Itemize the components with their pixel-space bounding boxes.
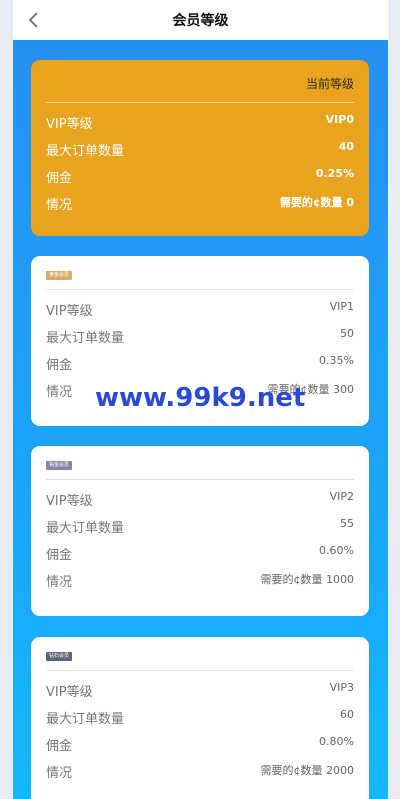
commission-row: 佣金 0.25% xyxy=(46,162,354,189)
current-level-card: 当前等级 VIP等级 VIP0 最大订单数量 40 佣金 0.25% 情况 需要… xyxy=(31,60,369,236)
row-value: 需要的¢数量 1000 xyxy=(260,573,355,586)
row-label: 最大订单数量 xyxy=(46,331,125,346)
row-value: VIP0 xyxy=(325,113,354,126)
row-label: 情况 xyxy=(46,198,73,213)
row-label: VIP等级 xyxy=(46,685,93,700)
condition-row: 情况 需要的¢数量 2000 xyxy=(46,757,354,784)
row-label: 情况 xyxy=(46,385,73,400)
card-header: 当前等级 xyxy=(46,60,354,103)
max-orders-row: 最大订单数量 50 xyxy=(46,322,354,349)
row-label: VIP等级 xyxy=(46,494,93,509)
row-label: 情况 xyxy=(46,575,73,590)
row-value: 0.35% xyxy=(319,354,354,367)
row-value: 50 xyxy=(340,327,354,340)
watermark: www.99k9.net xyxy=(95,383,306,413)
vip-level-row: VIP等级 VIP2 xyxy=(46,485,354,512)
card-header: 黄金会员 xyxy=(46,256,354,290)
row-label: 最大订单数量 xyxy=(46,144,125,159)
condition-row: 情况 需要的¢数量 0 xyxy=(46,189,354,216)
card-rows: VIP等级 VIP2 最大订单数量 55 佣金 0.60% 情况 需要的¢数量 … xyxy=(46,480,354,593)
row-label: 佣金 xyxy=(46,358,73,373)
row-value: VIP3 xyxy=(329,681,354,694)
row-value: 0.60% xyxy=(319,544,354,557)
row-label: 佣金 xyxy=(46,739,73,754)
card-header: 铂金会员 xyxy=(46,446,354,480)
row-value: 需要的¢数量 2000 xyxy=(260,764,355,777)
commission-row: 佣金 0.60% xyxy=(46,539,354,566)
row-value: VIP1 xyxy=(329,300,354,313)
top-bar: 会员等级 xyxy=(13,0,388,40)
max-orders-row: 最大订单数量 60 xyxy=(46,703,354,730)
commission-row: 佣金 0.35% xyxy=(46,349,354,376)
condition-row: 情况 需要的¢数量 1000 xyxy=(46,566,354,593)
page-title: 会员等级 xyxy=(172,13,229,29)
row-value: 60 xyxy=(340,708,354,721)
commission-row: 佣金 0.80% xyxy=(46,730,354,757)
row-value: 40 xyxy=(338,140,354,153)
row-label: 情况 xyxy=(46,766,73,781)
row-value: 55 xyxy=(340,517,354,530)
max-orders-row: 最大订单数量 40 xyxy=(46,135,354,162)
current-level-label: 当前等级 xyxy=(305,77,354,91)
vip-level-row: VIP等级 VIP1 xyxy=(46,295,354,322)
vip-level-row: VIP等级 VIP0 xyxy=(46,108,354,135)
card-rows: VIP等级 VIP3 最大订单数量 60 佣金 0.80% 情况 需要的¢数量 … xyxy=(46,671,354,784)
card-rows: VIP等级 VIP0 最大订单数量 40 佣金 0.25% 情况 需要的¢数量 … xyxy=(46,103,354,216)
row-label: 最大订单数量 xyxy=(46,521,125,536)
row-label: 最大订单数量 xyxy=(46,712,125,727)
max-orders-row: 最大订单数量 55 xyxy=(46,512,354,539)
row-value: 0.80% xyxy=(319,735,354,748)
gold-member-badge: 黄金会员 xyxy=(46,271,73,280)
row-label: VIP等级 xyxy=(46,304,93,319)
platinum-member-badge: 铂金会员 xyxy=(46,461,73,470)
level-card-vip3[interactable]: 钻石会员 VIP等级 VIP3 最大订单数量 60 佣金 0.80% 情况 需要… xyxy=(31,637,369,799)
row-value: VIP2 xyxy=(329,490,354,503)
row-value: 0.25% xyxy=(315,167,354,180)
row-label: 佣金 xyxy=(46,171,73,186)
row-label: VIP等级 xyxy=(46,117,93,132)
card-header: 钻石会员 xyxy=(46,637,354,671)
level-card-vip2[interactable]: 铂金会员 VIP等级 VIP2 最大订单数量 55 佣金 0.60% 情况 需要… xyxy=(31,446,369,616)
diamond-member-badge: 钻石会员 xyxy=(46,652,73,661)
vip-level-row: VIP等级 VIP3 xyxy=(46,676,354,703)
row-label: 佣金 xyxy=(46,548,73,563)
row-value: 需要的¢数量 0 xyxy=(279,196,354,209)
level-list[interactable]: 当前等级 VIP等级 VIP0 最大订单数量 40 佣金 0.25% 情况 需要… xyxy=(13,40,388,799)
